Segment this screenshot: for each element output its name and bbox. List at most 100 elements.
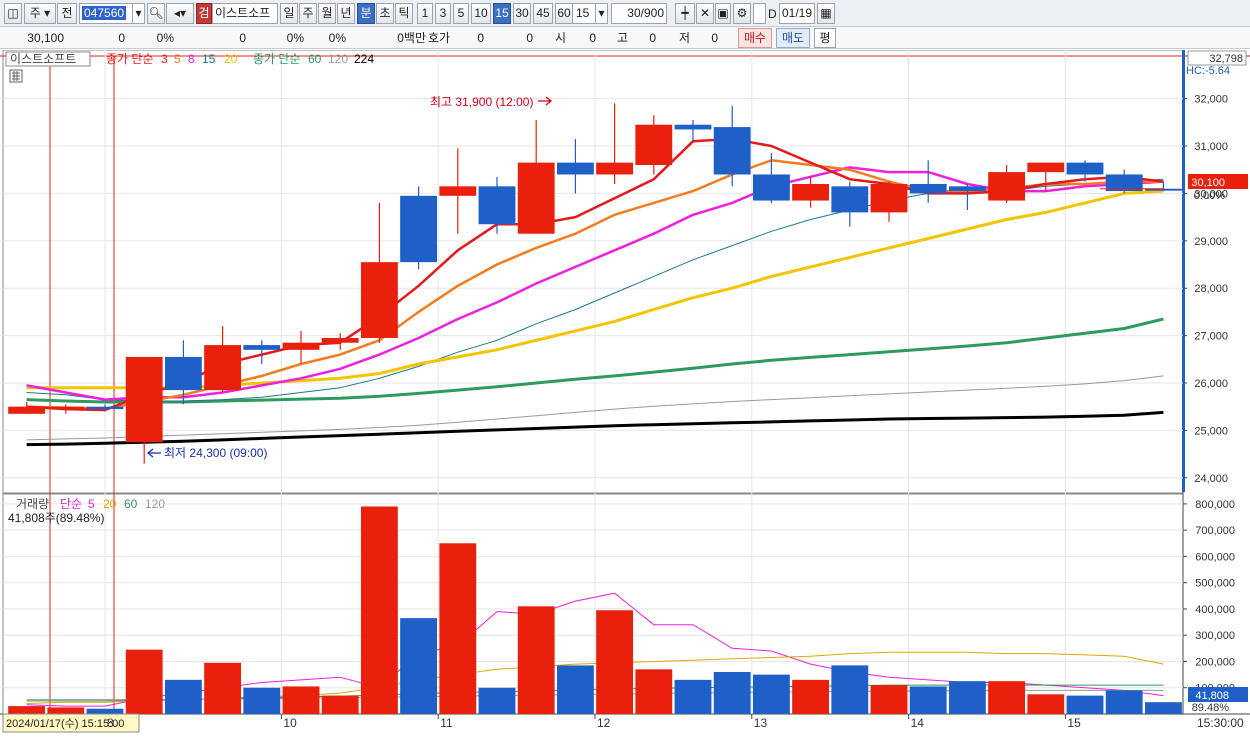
sound-icon[interactable]: ◂▾ (166, 3, 194, 24)
volume-bar (321, 695, 359, 714)
gear-icon[interactable]: ⚙ (733, 3, 751, 24)
interval-3[interactable]: 3 (435, 3, 451, 24)
interval-60[interactable]: 60 (555, 3, 573, 24)
candle-body (870, 183, 908, 213)
volume-bar (1027, 694, 1065, 714)
interval-15[interactable]: 15 (493, 3, 511, 24)
volume-bar (47, 707, 85, 714)
type-select[interactable]: 주 ▾ (24, 3, 56, 24)
current-price-tag: 30,100 (1191, 177, 1225, 189)
price-tick-label: 28,000 (1194, 283, 1228, 295)
candle-body (47, 406, 85, 410)
interval-10[interactable]: 10 (471, 3, 491, 24)
d-checkbox-label: D (768, 7, 777, 21)
volume-bar (1144, 702, 1182, 714)
candle-body (1066, 162, 1104, 175)
high-annotation: 최고 31,900 (12:00) (430, 95, 533, 109)
price-tick-label: 29,000 (1194, 236, 1228, 248)
volume-bar (909, 686, 947, 714)
volume-bar (204, 662, 242, 714)
volume-legend-20: 20 (103, 497, 117, 511)
date-input[interactable]: 01/19 (779, 3, 815, 24)
current-pct: 0.00% (1194, 190, 1225, 202)
chart-toolbar: ◫ 주 ▾ 전 047560 ▾ 🔍︎ ◂▾ 검 이스트소프 일 주 월 년 분 … (0, 0, 1250, 27)
interval-45[interactable]: 45 (533, 3, 553, 24)
stock-code-input[interactable]: 047560 ▾ (79, 3, 145, 24)
low-arrow-icon (146, 448, 161, 458)
candle-icon[interactable]: ┿ (675, 3, 695, 24)
volume-bar (674, 679, 712, 714)
quote-hoga-value: 0 (477, 31, 484, 45)
day-label: 10 (283, 716, 297, 730)
stock-badge: 검 (196, 3, 212, 24)
legend-stock-name: 이스트소프트 (10, 52, 76, 66)
search-icon[interactable]: 🔍︎ (147, 3, 165, 24)
quote-volume-pct2: 0% (328, 31, 346, 45)
volume-bar (439, 543, 477, 714)
legend-ma120: 120 (328, 52, 348, 66)
volume-bar (360, 506, 398, 714)
volume-bar (948, 681, 986, 714)
volume-bar (478, 687, 516, 714)
period-week[interactable]: 주 (299, 3, 317, 24)
volume-pct-tag: 89.48% (1192, 702, 1230, 714)
day-label: 8 (107, 716, 114, 730)
chart-area[interactable]: 24,000 25,000 26,000 27,000 28,000 29,000 30,0… (0, 49, 1250, 735)
avg-button[interactable]: 평 (814, 28, 836, 48)
d-checkbox[interactable] (753, 3, 766, 24)
period-second[interactable]: 초 (376, 3, 394, 24)
count-value: 30 (627, 6, 641, 20)
candle-body (360, 262, 398, 338)
volume-tick-label: 300,000 (1195, 630, 1235, 642)
count-input[interactable]: 30/900 (611, 3, 667, 24)
quote-volume-pct: 0% (286, 31, 304, 45)
volume-bar (831, 665, 869, 714)
period-day[interactable]: 일 (280, 3, 298, 24)
legend-ma20: 20 (224, 52, 238, 66)
volume-bar (870, 685, 908, 714)
period-minute[interactable]: 분 (357, 3, 375, 24)
candle-body (321, 337, 359, 343)
interval-1[interactable]: 1 (417, 3, 433, 24)
period-month[interactable]: 월 (318, 3, 336, 24)
volume-tick-label: 800,000 (1195, 499, 1235, 511)
volume-legend-120: 120 (145, 497, 165, 511)
layout-icon[interactable]: ◫ (4, 3, 22, 24)
volume-bar (517, 606, 555, 714)
volume-tick-label: 200,000 (1195, 656, 1235, 668)
stock-chart[interactable]: 24,00025,00026,00027,00028,00029,00030,0… (0, 49, 1250, 735)
volume-bar (125, 649, 163, 714)
volume-bar (556, 665, 594, 714)
axis-top-value: 32,798 (1209, 53, 1243, 65)
day-label: 15 (1067, 716, 1081, 730)
legend-ma3: 3 (161, 52, 168, 66)
save-icon[interactable]: ▣ (715, 3, 731, 24)
candle-body (556, 162, 594, 175)
volume-bar (86, 708, 124, 714)
period-tick[interactable]: 틱 (395, 3, 413, 24)
volume-bar (988, 681, 1026, 714)
volume-bar (164, 679, 202, 714)
draw-icon[interactable]: ✕ (696, 3, 714, 24)
candle-body (713, 127, 751, 175)
legend-ma5: 5 (174, 52, 181, 66)
volume-legend-ma-label: 단순 (60, 497, 82, 511)
buy-button[interactable]: 매수 (738, 28, 772, 48)
sell-button[interactable]: 매도 (776, 28, 810, 48)
prev-button[interactable]: 전 (57, 3, 77, 24)
volume-tick-label: 500,000 (1195, 578, 1235, 590)
legend-ma8: 8 (188, 52, 195, 66)
calendar-icon[interactable]: ▦ (817, 3, 835, 24)
day-label: 13 (754, 716, 768, 730)
quote-change: 0 (118, 31, 125, 45)
quote-high-label: 고 (616, 31, 628, 45)
interval-30[interactable]: 30 (513, 3, 531, 24)
interval-dropdown[interactable]: 15 ▾ (572, 3, 608, 24)
volume-current: 41,808주(89.48%) (8, 511, 104, 525)
period-year[interactable]: 년 (337, 3, 355, 24)
interval-5[interactable]: 5 (453, 3, 469, 24)
candle-body (752, 174, 790, 201)
candle-body (439, 186, 477, 196)
grid-toggle-icon-lines (12, 71, 20, 81)
quote-amount: 0백만 (397, 31, 426, 45)
